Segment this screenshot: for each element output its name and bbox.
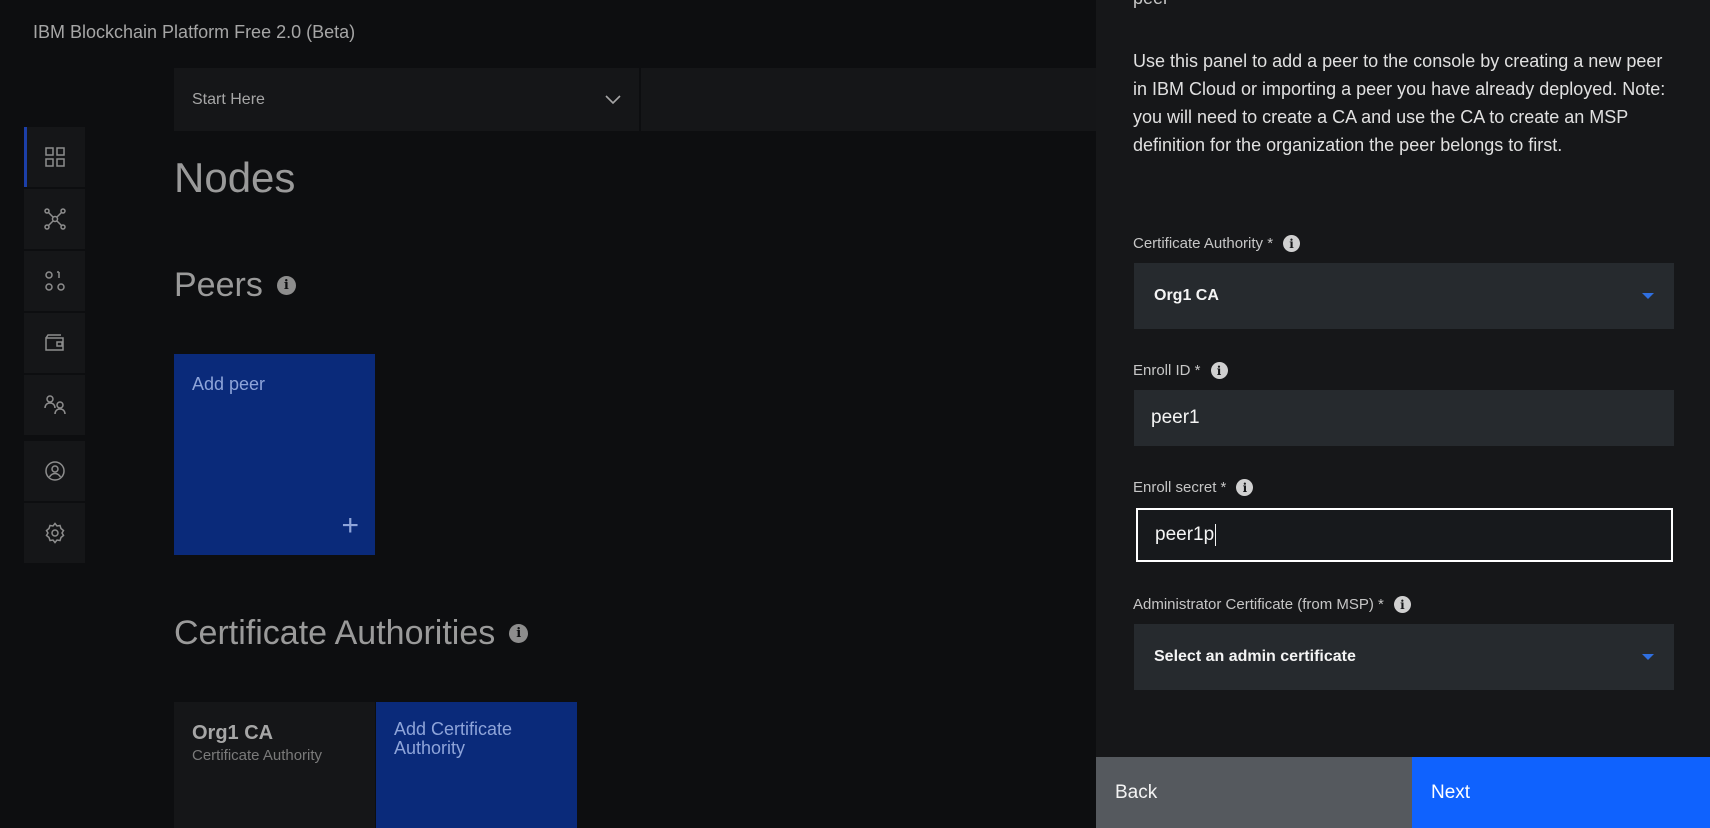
start-here-dropdown[interactable]: Start Here	[174, 68, 639, 131]
panel-heading-cut: peer	[1133, 0, 1169, 9]
left-nav-rail	[24, 127, 85, 565]
sidebar-item-wallet[interactable]	[24, 313, 85, 373]
peers-heading-text: Peers	[174, 266, 263, 304]
certificate-authorities-heading-text: Certificate Authorities	[174, 614, 496, 652]
admin-cert-select[interactable]: Select an admin certificate	[1134, 624, 1674, 690]
enroll-secret-label-text: Enroll secret *	[1133, 479, 1227, 496]
add-peer-tile[interactable]: Add peer +	[174, 354, 375, 555]
enroll-id-input[interactable]: peer1	[1134, 390, 1674, 446]
enroll-id-field-label: Enroll ID * i	[1133, 362, 1228, 379]
sidebar-item-nodes[interactable]	[24, 127, 85, 187]
gear-icon	[45, 522, 64, 544]
plus-icon: +	[341, 509, 359, 542]
enroll-secret-value: peer1p	[1155, 524, 1215, 545]
network-icon	[43, 208, 66, 230]
users-icon	[43, 395, 66, 415]
sidebar-item-account[interactable]	[24, 441, 85, 501]
chevron-down-icon	[605, 94, 621, 104]
ca-tile-name: Org1 CA	[192, 722, 274, 744]
info-icon[interactable]: i	[1210, 362, 1228, 379]
text-cursor	[1215, 524, 1217, 546]
ca-tile-org1[interactable]: Org1 CA Certificate Authority	[174, 702, 375, 828]
binary-code-icon	[44, 271, 65, 291]
back-button[interactable]: Back	[1096, 757, 1412, 828]
ca-tile-subtitle: Certificate Authority	[192, 747, 323, 764]
sidebar-item-organizations[interactable]	[24, 375, 85, 435]
admin-cert-field-label: Administrator Certificate (from MSP) * i	[1133, 596, 1411, 613]
info-icon[interactable]: i	[276, 276, 296, 295]
admin-cert-select-value: Select an admin certificate	[1154, 648, 1356, 665]
enroll-id-value: peer1	[1151, 407, 1200, 428]
info-icon[interactable]: i	[1236, 479, 1254, 496]
start-here-bar-extension	[641, 68, 1096, 131]
ca-field-label: Certificate Authority * i	[1133, 235, 1301, 252]
sidebar-item-smart-contracts[interactable]	[24, 251, 85, 311]
start-here-label: Start Here	[192, 90, 265, 108]
info-icon[interactable]: i	[1283, 235, 1301, 252]
peers-heading: Peers i	[174, 266, 296, 305]
admin-cert-label-text: Administrator Certificate (from MSP) *	[1133, 596, 1384, 613]
sidebar-item-channels[interactable]	[24, 189, 85, 249]
caret-down-icon	[1642, 293, 1654, 299]
info-icon[interactable]: i	[1393, 596, 1411, 613]
add-peer-side-panel: peer Use this panel to add a peer to the…	[1096, 0, 1710, 828]
enroll-id-label-text: Enroll ID *	[1133, 362, 1201, 379]
sidebar-item-settings[interactable]	[24, 503, 85, 563]
ca-select[interactable]: Org1 CA	[1134, 263, 1674, 329]
next-button[interactable]: Next	[1412, 757, 1710, 828]
ca-label-text: Certificate Authority *	[1133, 235, 1274, 252]
add-peer-label: Add peer	[192, 374, 266, 394]
info-icon[interactable]: i	[509, 624, 529, 643]
ca-select-value: Org1 CA	[1154, 287, 1219, 304]
add-ca-label: Add Certificate Authority	[394, 719, 513, 758]
wallet-icon	[44, 334, 64, 351]
add-certificate-authority-tile[interactable]: Add Certificate Authority	[376, 702, 577, 828]
panel-description: Use this panel to add a peer to the cons…	[1133, 51, 1666, 155]
dashboard-grid-icon	[44, 147, 65, 167]
caret-down-icon	[1642, 654, 1654, 660]
page-title: Nodes	[174, 154, 296, 201]
user-avatar-icon	[44, 461, 65, 481]
enroll-secret-input[interactable]: peer1p	[1136, 508, 1673, 562]
enroll-secret-field-label: Enroll secret * i	[1133, 479, 1254, 496]
certificate-authorities-heading: Certificate Authorities i	[174, 614, 529, 653]
app-title: IBM Blockchain Platform Free 2.0 (Beta)	[33, 22, 356, 42]
